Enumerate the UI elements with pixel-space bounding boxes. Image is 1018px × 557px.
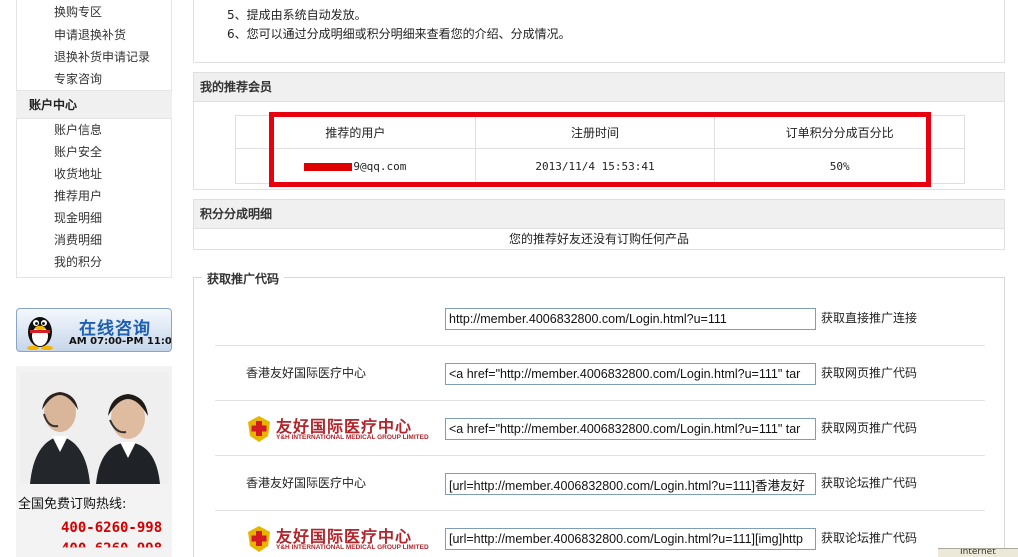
clinic-logo: 友好国际医疗中心 Y&H INTERNATIONAL MEDICAL GROUP… <box>246 413 442 445</box>
table-row: 9@qq.com 2013/11/4 15:53:41 50% <box>235 148 965 184</box>
column-header-user: 推荐的用户 <box>235 115 476 149</box>
column-header-registered: 注册时间 <box>474 115 716 149</box>
referred-members-panel: 我的推荐会员 推荐的用户 注册时间 订单积分分成百分比 9@qq.com 201… <box>193 72 1005 190</box>
points-share-panel: 积分分成明细 您的推荐好友还没有订购任何产品 <box>193 199 1005 250</box>
sidebar-item-account-security[interactable]: 账户安全 <box>17 141 171 163</box>
status-zone-text: Internet <box>960 548 996 557</box>
browser-status-bar: Internet <box>938 548 1018 557</box>
user-email: 9@qq.com <box>353 159 407 173</box>
get-forum-code-image-button[interactable]: 获取论坛推广代码 <box>821 511 917 557</box>
referred-members-table: 推荐的用户 注册时间 订单积分分成百分比 9@qq.com 2013/11/4 … <box>235 115 965 184</box>
sidebar: 换购专区 申请退换补货 退换补货申请记录 专家咨询 账户中心 账户信息 账户安全… <box>16 0 172 557</box>
sidebar-item-exchange-zone[interactable]: 换购专区 <box>17 0 171 24</box>
hotline-box: 全国免费订购热线: 400-6260-998 400-6260-998 <box>16 366 172 557</box>
promo-text-label: 香港友好国际医疗中心 <box>246 476 367 490</box>
get-direct-link-button[interactable]: 获取直接推广连接 <box>821 291 917 346</box>
clinic-logo-en: Y&H INTERNATIONAL MEDICAL GROUP LIMITED <box>276 434 429 441</box>
online-consult-button[interactable]: 在线咨询 AM 07:00-PM 11:00 <box>16 308 172 352</box>
sidebar-item-cash-details[interactable]: 现金明细 <box>17 207 171 229</box>
promo-text-label: 香港友好国际医疗中心 <box>246 366 367 380</box>
promo-row-direct-link: 获取直接推广连接 <box>215 291 985 346</box>
referred-members-heading: 我的推荐会员 <box>194 73 1004 102</box>
qq-penguin-icon <box>27 317 53 350</box>
points-share-heading: 积分分成明细 <box>194 200 1004 229</box>
online-consult-hours: AM 07:00-PM 11:00 <box>69 336 172 347</box>
points-empty-message: 您的推荐好友还没有订购任何产品 <box>508 232 689 246</box>
sidebar-item-shipping-address[interactable]: 收货地址 <box>17 163 171 185</box>
clinic-logo-en: Y&H INTERNATIONAL MEDICAL GROUP LIMITED <box>276 544 429 551</box>
hotline-label: 全国免费订购热线: <box>18 497 127 512</box>
sidebar-group-account: 账户信息 账户安全 收货地址 推荐用户 现金明细 消费明细 我的积分 <box>16 119 172 278</box>
promo-row-web-text: 香港友好国际医疗中心 获取网页推广代码 <box>215 346 985 401</box>
rule-line-5: 5、提成由系统自动发放。 <box>227 8 367 22</box>
referral-rules: 5、提成由系统自动发放。 6、您可以通过分成明细或积分明细来查看您的介绍、分成情… <box>193 0 1005 63</box>
web-code-text-field[interactable] <box>445 363 816 385</box>
direct-link-field[interactable] <box>445 308 816 330</box>
promo-code-legend: 获取推广代码 <box>202 270 285 287</box>
sidebar-item-apply-return[interactable]: 申请退换补货 <box>17 24 171 46</box>
sidebar-item-referred-users[interactable]: 推荐用户 <box>17 185 171 207</box>
promo-code-section: 获取推广代码 获取直接推广连接 香港友好国际医疗中心 获取网页推广代码 友好国际… <box>193 270 1005 557</box>
redaction-mark <box>304 162 353 171</box>
get-web-code-button[interactable]: 获取网页推广代码 <box>821 346 917 401</box>
sidebar-item-spending-details[interactable]: 消费明细 <box>17 229 171 251</box>
promo-row-web-image: 友好国际医疗中心 Y&H INTERNATIONAL MEDICAL GROUP… <box>215 401 985 456</box>
clinic-logo-icon <box>248 526 270 552</box>
hotline-number: 400-6260-998 <box>61 520 163 536</box>
sidebar-group-exchange: 换购专区 申请退换补货 退换补货申请记录 专家咨询 <box>16 0 172 90</box>
customer-service-image <box>20 372 169 484</box>
sidebar-item-my-points[interactable]: 我的积分 <box>17 251 171 273</box>
forum-code-text-field[interactable] <box>445 473 816 495</box>
sidebar-heading-account: 账户中心 <box>16 90 172 119</box>
cell-registered: 2013/11/4 15:53:41 <box>474 148 716 184</box>
get-forum-code-button[interactable]: 获取论坛推广代码 <box>821 456 917 511</box>
cell-user: 9@qq.com <box>235 148 476 184</box>
clinic-logo: 友好国际医疗中心 Y&H INTERNATIONAL MEDICAL GROUP… <box>246 523 442 555</box>
get-web-code-image-button[interactable]: 获取网页推广代码 <box>821 401 917 456</box>
promo-row-forum-image: 友好国际医疗中心 Y&H INTERNATIONAL MEDICAL GROUP… <box>215 511 985 557</box>
rule-line-6: 6、您可以通过分成明细或积分明细来查看您的介绍、分成情况。 <box>227 27 571 41</box>
sidebar-item-expert-consult[interactable]: 专家咨询 <box>17 68 171 90</box>
forum-code-image-field[interactable] <box>445 528 816 550</box>
table-header-row: 推荐的用户 注册时间 订单积分分成百分比 <box>235 115 965 149</box>
clinic-logo-icon <box>248 416 270 442</box>
cell-share: 50% <box>714 148 965 184</box>
hotline-number-secondary: 400-6260-998 <box>61 541 163 557</box>
sidebar-item-account-info[interactable]: 账户信息 <box>17 119 171 141</box>
sidebar-item-return-records[interactable]: 退换补货申请记录 <box>17 46 171 68</box>
web-code-image-field[interactable] <box>445 418 816 440</box>
promo-row-forum-text: 香港友好国际医疗中心 获取论坛推广代码 <box>215 456 985 511</box>
column-header-share: 订单积分分成百分比 <box>714 115 965 149</box>
